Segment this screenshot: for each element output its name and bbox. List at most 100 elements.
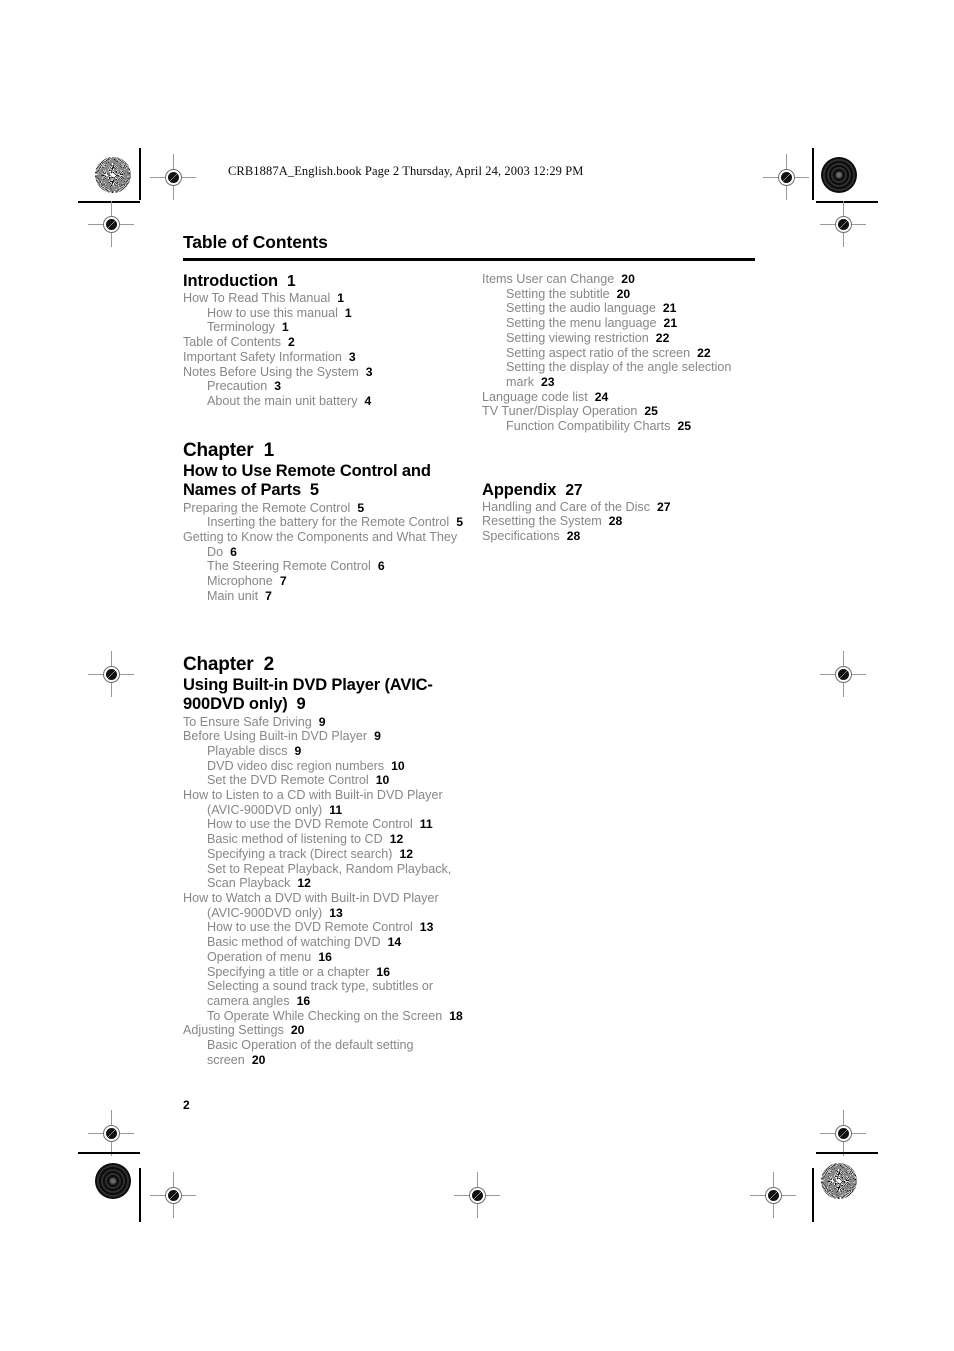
toc-entry-label: Setting the display of the angle selecti…	[506, 360, 732, 389]
toc-entry[interactable]: Set to Repeat Playback, Random Playback,…	[183, 862, 473, 891]
toc-spacer	[183, 409, 473, 439]
toc-entry-page-number: 23	[541, 374, 555, 389]
toc-entry-page-number: 21	[662, 301, 677, 316]
toc-entry[interactable]: Table of Contents 2	[183, 335, 473, 350]
toc-entry[interactable]: TV Tuner/Display Operation 25	[482, 404, 772, 419]
toc-entry-page-number: 16	[318, 949, 332, 964]
toc-entry[interactable]: Playable discs 9	[183, 744, 473, 759]
toc-entry[interactable]: Basic method of listening to CD 12	[183, 832, 473, 847]
toc-entry-label: To Operate While Checking on the Screen	[207, 1008, 443, 1023]
toc-entry[interactable]: Basic Operation of the default setting s…	[183, 1038, 473, 1067]
toc-entry-label: Table of Contents	[183, 335, 282, 350]
toc-entry-label: Language code list	[482, 389, 588, 404]
rosette-mark-bottom-left	[95, 1163, 131, 1199]
toc-entry[interactable]: Resetting the System 28	[482, 514, 772, 529]
toc-entry[interactable]: Specifications 28	[482, 529, 772, 544]
toc-entry-page-number: 20	[621, 272, 635, 286]
toc-entry-label: Function Compatibility Charts	[506, 419, 671, 434]
toc-entry[interactable]: Preparing the Remote Control 5	[183, 501, 473, 516]
toc-entry[interactable]: Specifying a track (Direct search) 12	[183, 847, 473, 862]
toc-entry-label: Set to Repeat Playback, Random Playback,…	[207, 861, 452, 891]
toc-entry-label: Basic Operation of the default setting s…	[207, 1038, 414, 1067]
toc-entry[interactable]: Specifying a title or a chapter 16	[183, 965, 473, 980]
toc-entry[interactable]: Setting the menu language 21	[482, 316, 772, 331]
toc-entry-label: Notes Before Using the System	[183, 364, 359, 379]
toc-entry-label: How To Read This Manual	[183, 291, 331, 305]
toc-entry[interactable]: Getting to Know the Components and What …	[183, 530, 473, 559]
toc-entry[interactable]: Setting the display of the angle selecti…	[482, 360, 772, 389]
toc-entry[interactable]: How to use the DVD Remote Control 11	[183, 817, 473, 832]
toc-entry-label: Setting aspect ratio of the screen	[506, 345, 691, 360]
toc-entry[interactable]: Terminology 1	[183, 320, 473, 335]
toc-section-heading[interactable]: Introduction 1	[183, 272, 473, 291]
toc-entry[interactable]: Setting aspect ratio of the screen 22	[482, 346, 772, 361]
toc-entry[interactable]: How To Read This Manual 1	[183, 291, 473, 306]
toc-entry[interactable]: How to use this manual 1	[183, 306, 473, 321]
toc-entry[interactable]: The Steering Remote Control 6	[183, 559, 473, 574]
toc-entry[interactable]: Important Safety Information 3	[183, 350, 473, 365]
toc-entry[interactable]: Set the DVD Remote Control 10	[183, 773, 473, 788]
toc-entry[interactable]: Items User can Change 20	[482, 272, 772, 287]
toc-entry[interactable]: To Operate While Checking on the Screen …	[183, 1009, 473, 1024]
toc-entry[interactable]: Basic method of watching DVD 14	[183, 935, 473, 950]
toc-entry[interactable]: How to use the DVD Remote Control 13	[183, 920, 473, 935]
toc-entry-label: Setting the menu language	[506, 316, 657, 331]
toc-entry[interactable]: Handling and Care of the Disc 27	[482, 500, 772, 515]
toc-chapter-title[interactable]: How to Use Remote Control and Names of P…	[183, 462, 473, 501]
toc-entry[interactable]: Language code list 24	[482, 390, 772, 405]
registration-mark-right-upper	[820, 201, 866, 247]
trim-line-lower-right-horizontal	[816, 1152, 878, 1154]
toc-entry-label: Specifications	[482, 529, 560, 544]
toc-section-page-number: 1	[287, 273, 296, 290]
toc-entry[interactable]: How to Watch a DVD with Built-in DVD Pla…	[183, 891, 473, 920]
toc-entry-page-number: 6	[377, 559, 385, 574]
toc-entry[interactable]: Function Compatibility Charts 25	[482, 419, 772, 434]
toc-entry-page-number: 3	[365, 364, 373, 379]
toc-entry-page-number: 13	[419, 920, 434, 935]
header-slug-line: CRB1887A_English.book Page 2 Thursday, A…	[228, 164, 584, 178]
toc-entry[interactable]: Microphone 7	[183, 574, 473, 589]
toc-entry[interactable]: Precaution 3	[183, 379, 473, 394]
toc-entry[interactable]: To Ensure Safe Driving 9	[183, 715, 473, 730]
toc-entry[interactable]: Operation of menu 16	[183, 950, 473, 965]
toc-entry-label: Basic method of watching DVD	[207, 935, 381, 950]
toc-entry[interactable]: Selecting a sound track type, subtitles …	[183, 979, 473, 1008]
toc-entry-page-number: 9	[318, 714, 326, 729]
toc-chapter-word: Chapter	[183, 439, 254, 461]
toc-section-heading[interactable]: Appendix 27	[482, 481, 772, 500]
toc-entry[interactable]: Main unit 7	[183, 589, 473, 604]
rosette-mark-top-right	[821, 157, 857, 193]
trim-line-upper-left-horizontal	[78, 201, 140, 203]
toc-entry-label: Resetting the System	[482, 514, 602, 529]
trim-line-lower-left-horizontal	[78, 1152, 140, 1154]
title-underline-rule	[183, 258, 755, 261]
toc-entry-page-number: 16	[296, 993, 311, 1008]
toc-entry[interactable]: About the main unit battery 4	[183, 394, 473, 409]
toc-entry-page-number: 14	[387, 935, 402, 950]
toc-entry-page-number: 7	[265, 588, 272, 603]
toc-entry[interactable]: Adjusting Settings 20	[183, 1023, 473, 1038]
toc-entry[interactable]: DVD video disc region numbers 10	[183, 759, 473, 774]
toc-entry[interactable]: Setting viewing restriction 22	[482, 331, 772, 346]
toc-entry-label: About the main unit battery	[207, 393, 358, 408]
registration-mark-bottom-left-inner	[150, 1172, 196, 1218]
toc-entry-label: Microphone	[207, 574, 273, 589]
registration-mark-top-right-inner	[763, 154, 809, 200]
toc-column-right: Items User can Change 20 Setting the subt…	[482, 272, 772, 544]
toc-entry-label: Handling and Care of the Disc	[482, 499, 651, 514]
toc-section-page-number: 27	[565, 481, 583, 499]
toc-entry-page-number: 28	[566, 529, 581, 544]
toc-entry[interactable]: Inserting the battery for the Remote Con…	[183, 515, 473, 530]
toc-entry[interactable]: Before Using Built-in DVD Player 9	[183, 729, 473, 744]
trim-line-top-right-vertical	[812, 148, 814, 200]
toc-entry-page-number: 12	[297, 876, 311, 891]
toc-entry-label: Inserting the battery for the Remote Con…	[207, 515, 450, 530]
toc-entry-page-number: 20	[616, 286, 631, 301]
toc-entry-label: Set the DVD Remote Control	[207, 773, 369, 788]
toc-entry[interactable]: Setting the subtitle 20	[482, 287, 772, 302]
toc-entry[interactable]: How to Listen to a CD with Built-in DVD …	[183, 788, 473, 817]
toc-entry[interactable]: Setting the audio language 21	[482, 301, 772, 316]
toc-chapter-title[interactable]: Using Built-in DVD Player (AVIC-900DVD o…	[183, 676, 473, 715]
print-marks-layer	[0, 0, 954, 1351]
toc-entry[interactable]: Notes Before Using the System 3	[183, 365, 473, 380]
